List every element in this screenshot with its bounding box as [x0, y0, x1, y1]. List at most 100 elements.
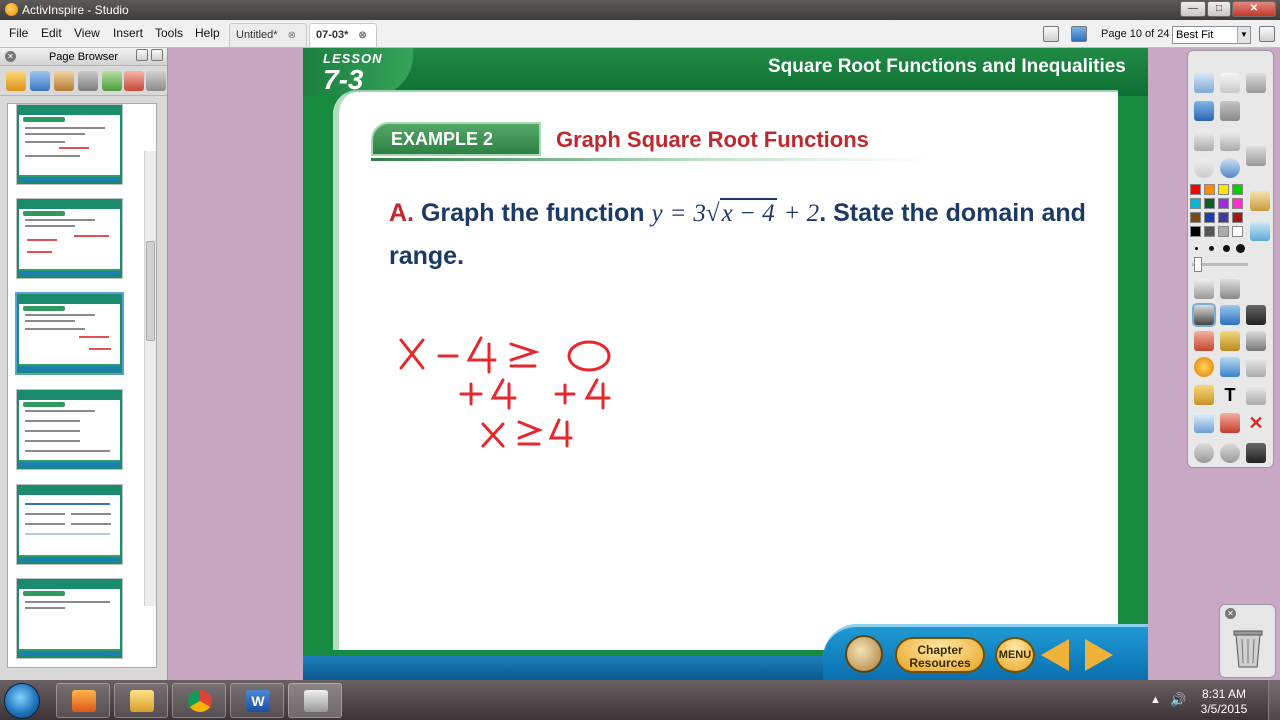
minimize-button[interactable]: — [1180, 1, 1206, 17]
object-browser-tool-icon[interactable] [30, 71, 50, 91]
tab-close-icon[interactable]: ⊗ [358, 30, 366, 41]
text-tool-icon[interactable]: T [1220, 385, 1240, 405]
tab-07-03[interactable]: 07-03* ⊗ [309, 23, 377, 47]
panel-menu-icon[interactable] [136, 49, 148, 61]
library-browser-tool-icon[interactable] [146, 71, 166, 91]
maximize-button[interactable]: □ [1207, 1, 1231, 17]
color-swatch[interactable] [1204, 212, 1215, 223]
page-thumbnail[interactable] [17, 294, 122, 373]
taskbar-activinspire[interactable] [288, 683, 342, 718]
close-icon[interactable]: ✕ [1225, 608, 1236, 619]
color-swatch[interactable] [1190, 184, 1201, 195]
menu-tools[interactable]: Tools [155, 26, 183, 40]
menu-insert[interactable]: Insert [113, 26, 143, 40]
magic-ink-icon[interactable] [1220, 331, 1240, 351]
fill-bucket-icon[interactable] [1194, 385, 1214, 405]
show-desktop-button[interactable] [1268, 680, 1280, 720]
menu-button[interactable]: MENU [995, 637, 1035, 673]
page-list-scrollbar[interactable] [144, 151, 156, 606]
next-arrow-icon[interactable] [1085, 639, 1113, 671]
tools-icon[interactable] [1220, 279, 1240, 299]
color-swatch[interactable] [1190, 212, 1201, 223]
close-panel-icon[interactable]: ✕ [5, 51, 16, 62]
start-button[interactable] [4, 683, 40, 719]
undo-icon[interactable] [1194, 443, 1214, 463]
fill-icon[interactable] [1250, 221, 1270, 241]
delete-icon[interactable]: ✕ [1246, 413, 1266, 433]
reset-page-icon[interactable] [1220, 158, 1240, 178]
pen-color-icon[interactable] [1250, 191, 1270, 211]
taskbar-chrome[interactable] [172, 683, 226, 718]
next-page-icon[interactable] [1220, 131, 1240, 151]
handwritten-work[interactable] [399, 332, 659, 462]
action-browser-tool-icon[interactable] [102, 71, 122, 91]
save-icon[interactable] [1246, 305, 1266, 325]
volume-icon[interactable]: 🔊 [1170, 692, 1186, 708]
page-view-icon[interactable] [1043, 26, 1059, 42]
chapter-resources-button[interactable]: Chapter Resources [895, 637, 985, 673]
shape-icon[interactable] [1194, 357, 1214, 377]
pen-width-slider[interactable] [1192, 257, 1248, 272]
toolbox-menu-icon[interactable] [1246, 73, 1266, 93]
panel-pin-icon[interactable] [151, 49, 163, 61]
reset-icon[interactable] [1220, 413, 1240, 433]
toolbox-grip-icon[interactable] [1246, 146, 1266, 166]
color-swatch[interactable] [1190, 198, 1201, 209]
color-swatch[interactable] [1218, 198, 1229, 209]
color-swatch[interactable] [1232, 226, 1243, 237]
notes-browser-tool-icon[interactable] [54, 71, 74, 91]
zoom-select[interactable]: Best Fit ▼ [1172, 26, 1251, 44]
connector-icon[interactable] [1220, 357, 1240, 377]
color-swatch[interactable] [1232, 198, 1243, 209]
redo-icon[interactable] [1220, 443, 1240, 463]
taskbar-explorer[interactable] [114, 683, 168, 718]
menu-help[interactable]: Help [195, 26, 220, 40]
close-window-button[interactable]: ✕ [1232, 1, 1276, 17]
page-thumbnail[interactable] [17, 579, 122, 658]
scrollbar-thumb[interactable] [146, 241, 155, 341]
color-swatch[interactable] [1232, 184, 1243, 195]
flipchart-page[interactable]: LESSON 7-3 Square Root Functions and Ine… [303, 48, 1148, 680]
record-icon[interactable] [1194, 158, 1214, 178]
fullscreen-icon[interactable] [1259, 26, 1275, 42]
desktop-annotate-icon[interactable] [1194, 101, 1214, 121]
menu-view[interactable]: View [74, 26, 100, 40]
highlighter-icon[interactable] [1220, 305, 1240, 325]
page-icon[interactable] [1246, 357, 1266, 377]
previous-page-icon[interactable] [1194, 131, 1214, 151]
show-hidden-icons[interactable]: ▲ [1150, 694, 1161, 706]
color-swatch[interactable] [1204, 184, 1215, 195]
pen-icon[interactable] [1194, 305, 1214, 325]
desktop-tools-icon[interactable] [1220, 101, 1240, 121]
page-thumbnail[interactable] [17, 199, 122, 278]
globe-icon[interactable] [845, 635, 883, 673]
clock[interactable]: 8:31 AM 3/5/2015 [1200, 687, 1248, 717]
menu-edit[interactable]: Edit [41, 26, 62, 40]
color-swatch[interactable] [1218, 212, 1229, 223]
tab-close-icon[interactable]: ⊗ [288, 30, 296, 41]
color-swatch[interactable] [1190, 226, 1201, 237]
previous-arrow-icon[interactable] [1041, 639, 1069, 671]
menu-file[interactable]: File [9, 26, 28, 40]
page-thumbnail[interactable] [17, 390, 122, 469]
page-browser-tool-icon[interactable] [6, 71, 26, 91]
trash-icon[interactable] [1231, 625, 1265, 669]
color-swatch[interactable] [1218, 226, 1229, 237]
eraser-icon[interactable] [1194, 331, 1214, 351]
clear-icon[interactable] [1194, 413, 1214, 433]
edit-icon[interactable] [1246, 443, 1266, 463]
desktop-view-icon[interactable] [1071, 26, 1087, 42]
print-icon[interactable] [1246, 331, 1266, 351]
property-browser-tool-icon[interactable] [78, 71, 98, 91]
chevron-down-icon[interactable]: ▼ [1237, 27, 1250, 43]
voting-browser-tool-icon[interactable] [124, 71, 144, 91]
main-menu-icon[interactable] [1194, 73, 1214, 93]
select-arrow-icon[interactable] [1194, 279, 1214, 299]
profile-icon[interactable] [1220, 73, 1240, 93]
tab-untitled[interactable]: Untitled* ⊗ [229, 23, 307, 47]
color-swatch[interactable] [1232, 212, 1243, 223]
taskbar-word[interactable]: W [230, 683, 284, 718]
insert-media-icon[interactable] [1246, 385, 1266, 405]
page-thumbnail[interactable] [17, 105, 122, 184]
pen-width-dots[interactable] [1192, 243, 1246, 253]
